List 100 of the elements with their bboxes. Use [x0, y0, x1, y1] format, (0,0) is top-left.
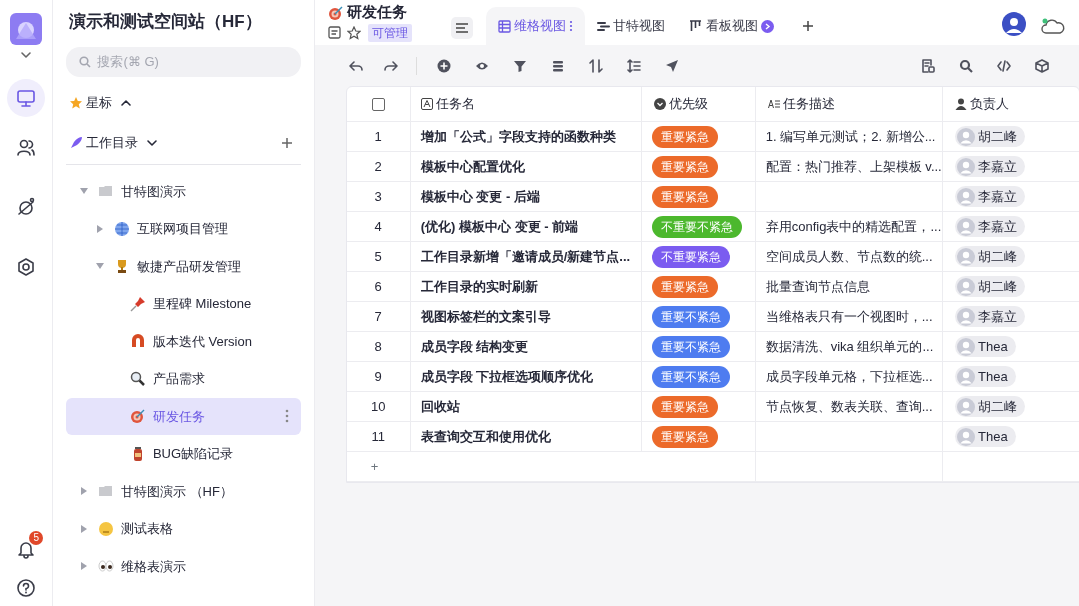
- checkbox[interactable]: [371, 97, 385, 111]
- column-header[interactable]: 优先级: [641, 87, 756, 122]
- search-icon[interactable]: [959, 58, 973, 73]
- row-number: 11: [371, 427, 385, 446]
- column-header[interactable]: 任务名: [410, 87, 642, 122]
- document-icon[interactable]: [921, 58, 935, 73]
- description-cell-text: 弃用config表中的精选配置，...: [765, 217, 942, 236]
- planet-icon[interactable]: [15, 196, 36, 217]
- tree-item[interactable]: 里程碑 Milestone: [65, 285, 301, 323]
- description-cell-text: 配置：热门推荐、上架模板 v...: [765, 157, 942, 176]
- help-icon[interactable]: [15, 578, 36, 598]
- member-chip[interactable]: 胡二峰: [954, 245, 1025, 268]
- member-chip[interactable]: 李嘉立: [954, 155, 1025, 178]
- column-header[interactable]: 任务描述: [755, 87, 943, 122]
- long-text-field-icon: [767, 98, 780, 110]
- row-number: 7: [374, 307, 382, 326]
- space-title: 演示和测试空间站（HF）: [68, 10, 262, 33]
- tree-item[interactable]: 甘特图演示: [65, 172, 301, 210]
- tree-item[interactable]: 测试表格: [65, 510, 301, 548]
- priority-tag: 重要紧急: [651, 275, 718, 298]
- row-number: 6: [374, 277, 382, 296]
- plus-icon[interactable]: [280, 136, 293, 149]
- view-tab[interactable]: 甘特视图: [585, 7, 678, 45]
- task-name-cell-text: 工作目录的实时刷新: [420, 277, 538, 296]
- globe-icon: [114, 220, 131, 237]
- row-number: 2: [374, 157, 382, 176]
- star-outline-icon[interactable]: [347, 25, 362, 40]
- filter-icon[interactable]: [512, 58, 527, 73]
- description-cell-text: 1. 编写单元测试；2. 新增公...: [765, 127, 936, 146]
- tree-item[interactable]: 研发任务: [65, 397, 301, 435]
- add-row-button[interactable]: +: [370, 456, 379, 477]
- view-tab[interactable]: 维格视图: [485, 7, 586, 45]
- target-icon: [130, 408, 147, 425]
- row-number: 1: [374, 127, 382, 146]
- add-circle-icon[interactable]: [436, 58, 451, 73]
- chevron-up-icon[interactable]: [119, 97, 132, 108]
- row-number: 9: [374, 367, 382, 386]
- search-icon: [78, 55, 91, 68]
- redo-icon[interactable]: [383, 58, 398, 73]
- permission-tag: 可管理: [367, 23, 412, 42]
- task-name-cell-text: 工作目录新增「邀请成员/新建节点...: [420, 247, 631, 266]
- workdir-section-label[interactable]: 工作目录: [86, 133, 139, 153]
- priority-tag: 重要紧急: [651, 425, 718, 448]
- avatar-icon: [956, 127, 975, 146]
- hexagon-icon[interactable]: [15, 256, 36, 277]
- cloud-icon[interactable]: [1040, 17, 1066, 35]
- monitor-icon[interactable]: [15, 88, 36, 108]
- member-chip[interactable]: 李嘉立: [954, 215, 1025, 238]
- member-chip[interactable]: 李嘉立: [954, 185, 1025, 208]
- member-chip[interactable]: 胡二峰: [954, 395, 1025, 418]
- user-avatar[interactable]: [1002, 12, 1026, 36]
- member-chip[interactable]: 李嘉立: [954, 305, 1025, 328]
- member-chip[interactable]: 胡二峰: [954, 275, 1025, 298]
- member-chip[interactable]: Thea: [954, 365, 1016, 388]
- scroll-right-icon[interactable]: [761, 19, 774, 33]
- avatar-icon: [956, 187, 975, 206]
- priority-tag: 重要不紧急: [651, 335, 730, 358]
- avatar-icon: [956, 367, 975, 386]
- code-icon[interactable]: [997, 58, 1011, 73]
- row-number: 4: [374, 217, 382, 236]
- view-tab[interactable]: 看板视图: [677, 7, 786, 45]
- row-number: 3: [374, 187, 382, 206]
- tree-item[interactable]: 甘特图演示 （HF）: [65, 472, 301, 510]
- tree-item[interactable]: BUG缺陷记录: [65, 435, 301, 473]
- member-chip[interactable]: Thea: [954, 335, 1016, 358]
- group-icon[interactable]: [550, 58, 565, 73]
- priority-tag: 不重要不紧急: [651, 215, 742, 238]
- starred-section-label[interactable]: 星标: [86, 92, 113, 113]
- sort-icon[interactable]: [588, 58, 603, 73]
- description-icon[interactable]: [327, 26, 341, 40]
- cube-icon[interactable]: [1035, 58, 1049, 73]
- priority-tag: 重要紧急: [651, 395, 718, 418]
- member-chip[interactable]: Thea: [954, 425, 1016, 448]
- workbench-nav-button[interactable]: [6, 79, 45, 117]
- member-field-icon: [954, 98, 967, 110]
- pushpin-icon: [130, 295, 147, 312]
- chevron-down-icon[interactable]: [145, 137, 158, 148]
- space-logo-icon[interactable]: [9, 13, 42, 45]
- tree-item[interactable]: 产品需求: [65, 360, 301, 398]
- more-icon[interactable]: [284, 409, 289, 424]
- tree-item[interactable]: 敏捷产品研发管理: [65, 247, 301, 285]
- star-icon: [69, 95, 84, 110]
- member-chip[interactable]: 胡二峰: [954, 125, 1025, 148]
- target-icon: [327, 4, 344, 21]
- text-field-icon: [420, 98, 433, 110]
- tree-item[interactable]: 维格表演示: [65, 547, 301, 585]
- undo-icon[interactable]: [348, 58, 363, 73]
- send-icon[interactable]: [664, 58, 679, 73]
- tree-item[interactable]: 互联网项目管理: [65, 210, 301, 248]
- bars-icon: [597, 19, 611, 33]
- tree-item[interactable]: 版本迭代 Version: [65, 322, 301, 360]
- column-header[interactable]: 负责人: [942, 87, 1079, 122]
- view-list-button[interactable]: [450, 16, 473, 39]
- avatar-icon: [956, 337, 975, 356]
- row-height-icon[interactable]: [626, 58, 641, 73]
- avatar-icon: [956, 307, 975, 326]
- priority-tag: 不重要紧急: [651, 245, 730, 268]
- row-number: 10: [371, 397, 386, 416]
- notification-count-badge: 5: [29, 530, 43, 545]
- add-view-icon[interactable]: [802, 20, 814, 32]
